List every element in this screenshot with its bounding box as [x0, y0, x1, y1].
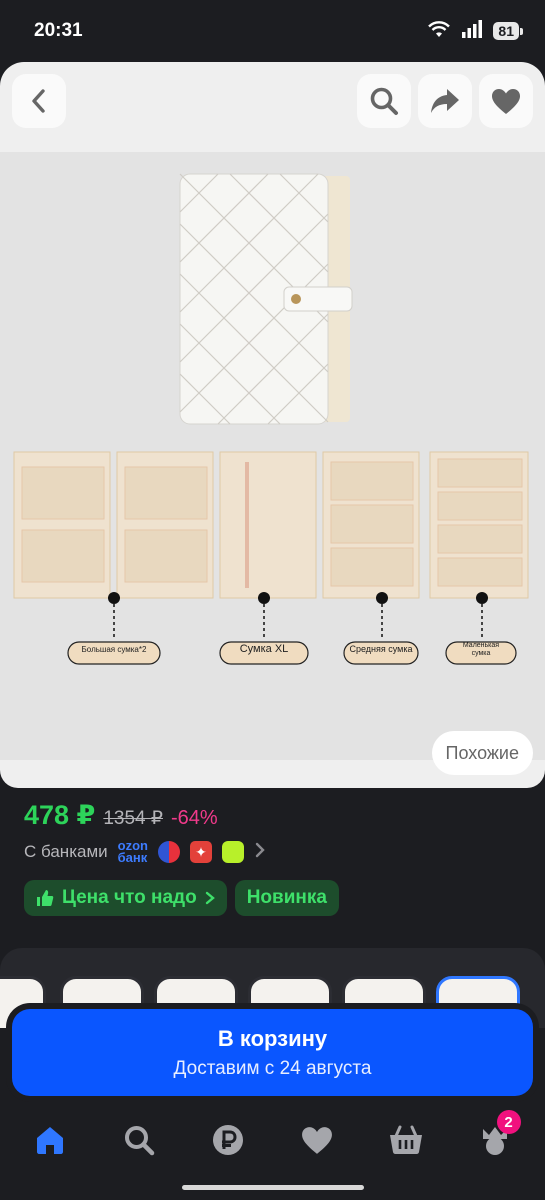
ruble-icon [213, 1125, 244, 1155]
product-chips: Цена что надо Новинка [24, 880, 339, 916]
nav-search[interactable] [111, 1112, 167, 1168]
chevron-left-icon [32, 89, 45, 113]
thumbs-up-icon [37, 890, 54, 906]
bank-offers[interactable]: С банками ozon банк ✦ [24, 839, 266, 865]
old-price: 1354 ₽ [103, 808, 163, 829]
status-time: 20:31 [34, 20, 83, 41]
home-icon [37, 1127, 64, 1154]
deal-chip-label: Цена что надо [62, 887, 197, 908]
chevron-right-icon [205, 891, 215, 905]
signal-icon [461, 19, 483, 43]
chevron-right-icon [254, 842, 266, 863]
nav-cart[interactable] [378, 1112, 434, 1168]
product-gallery[interactable]: Большая сумка*2 Сумка XL Средняя сумка М… [0, 62, 545, 788]
similar-button[interactable]: Похожие [431, 731, 533, 775]
bank-logo-icon-green [221, 841, 244, 863]
heart-icon [301, 1126, 332, 1154]
callout-small-pouch: Маленькая сумка [462, 642, 500, 657]
home-indicator [182, 1185, 364, 1190]
callout-xl-pouch: Сумка XL [239, 643, 289, 655]
cart-count-badge: 2 [496, 1110, 521, 1134]
callout-large-pouch: Большая сумка*2 [81, 645, 147, 654]
search-button[interactable] [357, 74, 411, 128]
bottom-nav: 2 [0, 1110, 545, 1170]
discount-percent: -64% [170, 807, 218, 829]
nav-profile[interactable]: 2 [467, 1110, 523, 1168]
heart-icon [492, 88, 520, 114]
favorite-button[interactable] [479, 74, 533, 128]
delivery-date: Доставим с 24 августа [173, 1057, 372, 1079]
search-icon [370, 87, 398, 115]
ozon-bank-logo: ozon банк [117, 839, 148, 865]
callout-medium-pouch: Средняя сумка [349, 644, 413, 654]
status-icons: 81 [427, 19, 523, 43]
ozon-bank-line2: банк [117, 850, 148, 865]
add-to-cart-label: В корзину [217, 1025, 328, 1051]
product-photo [0, 152, 545, 760]
wifi-icon [427, 20, 451, 43]
banks-label: С банками [24, 842, 108, 861]
status-bar: 20:31 81 [0, 0, 545, 62]
basket-icon [389, 1125, 422, 1154]
back-button[interactable] [12, 74, 66, 128]
battery-indicator: 81 [493, 22, 523, 40]
share-button[interactable] [418, 74, 472, 128]
price-block: 478 ₽ 1354 ₽ -64% [24, 800, 545, 831]
deal-chip[interactable]: Цена что надо [24, 880, 227, 916]
nav-home[interactable] [22, 1112, 78, 1168]
nav-favorites[interactable] [289, 1112, 345, 1168]
search-icon [125, 1126, 155, 1156]
current-price: 478 ₽ [24, 800, 96, 830]
share-icon [431, 89, 459, 113]
bank-logo-icon-red-blue [157, 841, 180, 863]
bank-logo-icon-runner: ✦ [189, 841, 212, 863]
nav-finance[interactable] [200, 1112, 256, 1168]
new-chip: Новинка [234, 880, 339, 916]
add-to-cart-button[interactable]: В корзину Доставим с 24 августа [12, 1009, 533, 1096]
new-chip-label: Новинка [246, 887, 327, 908]
